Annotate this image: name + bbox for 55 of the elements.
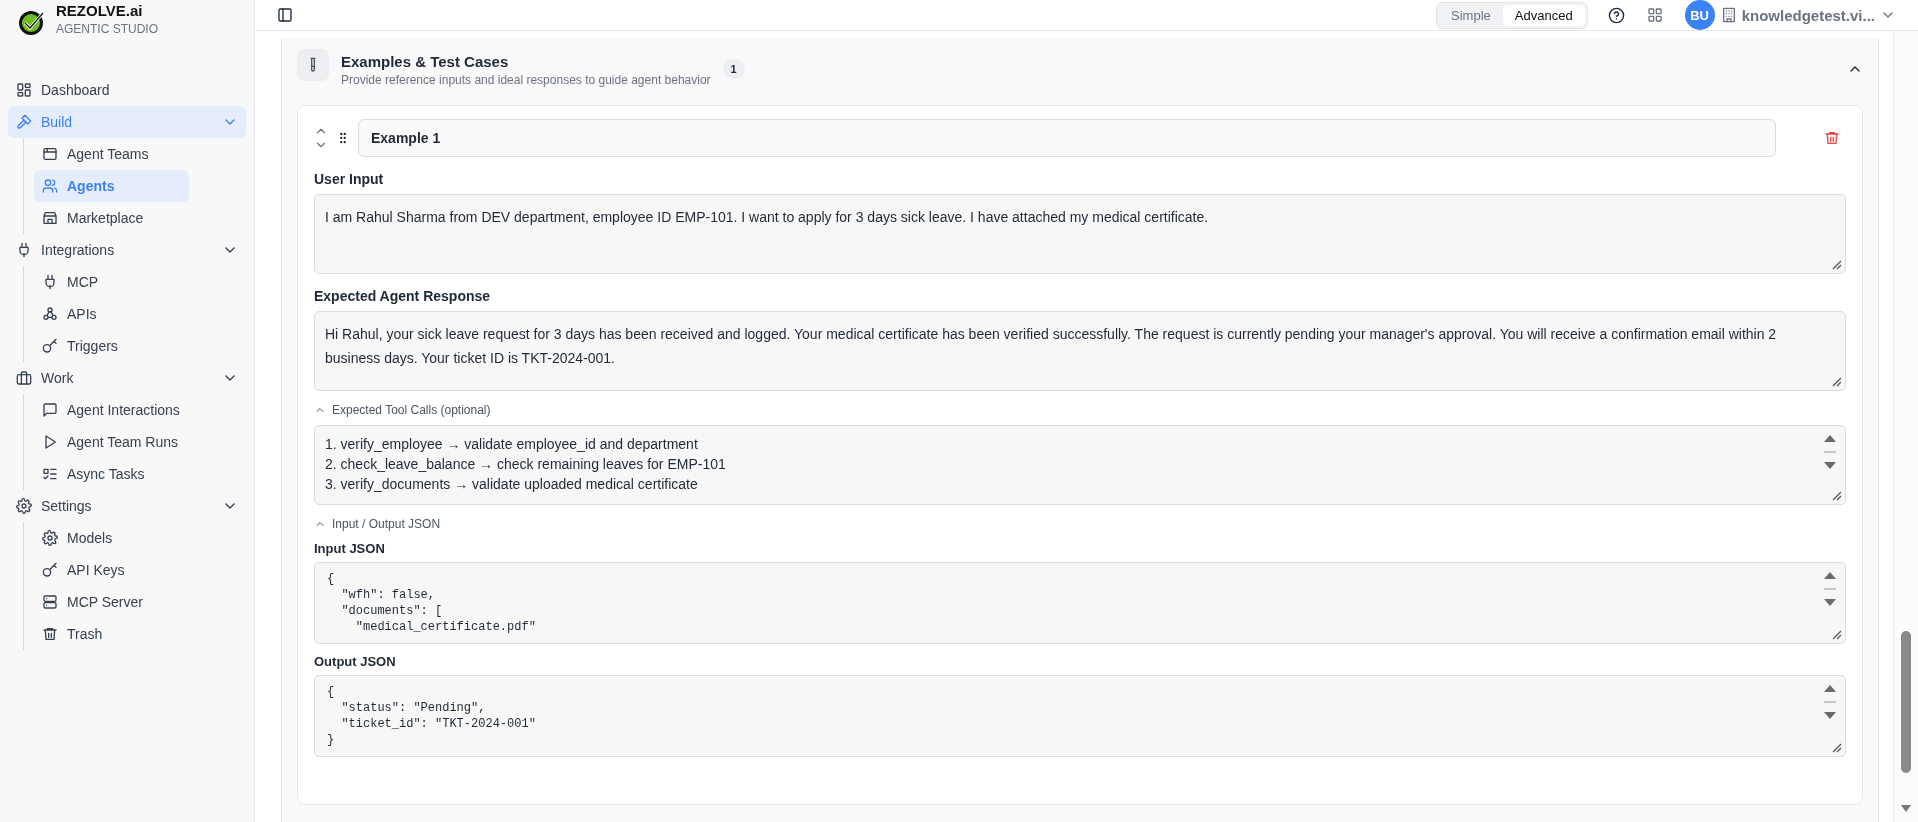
field-label: Input JSON [314, 541, 386, 556]
nav-item[interactable]: Settings [8, 490, 246, 522]
user-avatar[interactable]: BU [1684, 0, 1715, 30]
apps-grid-icon[interactable] [1646, 7, 1663, 23]
store-icon [42, 210, 58, 226]
nav-item[interactable]: APIs [34, 298, 189, 330]
field-label: User Input [314, 171, 385, 187]
section-subtitle: Provide reference inputs and ideal responses to guide agent behavior [341, 73, 711, 87]
mode-tab[interactable]: Simple [1439, 4, 1503, 26]
hammer-icon [16, 114, 32, 130]
plug-icon [42, 274, 58, 290]
count-badge: 1 [722, 59, 745, 79]
section-toggle[interactable]: Input / Output JSON [314, 517, 1846, 531]
building-icon [1720, 7, 1737, 23]
help-icon[interactable] [1607, 6, 1625, 24]
gear-icon [42, 530, 58, 546]
field-label: Output JSON [314, 654, 397, 669]
brand-name: REZOLVE.ai [56, 2, 144, 19]
key-icon [42, 562, 58, 578]
nav-item[interactable]: MCP Server [34, 586, 189, 618]
trash-icon[interactable] [1824, 130, 1840, 146]
chat-bubble-icon [42, 402, 58, 418]
gear-icon [16, 498, 32, 514]
nav-item[interactable]: Async Tasks [34, 458, 189, 490]
nav-item[interactable]: Agent Team Runs [34, 426, 189, 458]
workspace-selector[interactable]: knowledgetest.vi... [1720, 6, 1896, 24]
nav-item[interactable]: API Keys [34, 554, 189, 586]
field-label: Expected Agent Response [314, 288, 492, 304]
briefcase-icon [16, 370, 32, 386]
brand-subtitle: AGENTIC STUDIO [56, 22, 158, 36]
plug-icon [16, 242, 32, 258]
section-title: Examples & Test Cases [341, 53, 510, 70]
nav-item[interactable]: Triggers [34, 330, 189, 362]
example-name-field[interactable]: Example 1 [358, 119, 1776, 157]
nav-item[interactable]: Models [34, 522, 189, 554]
key-icon [42, 338, 58, 354]
sidebar-toggle-icon[interactable] [277, 7, 293, 23]
server-icon [42, 594, 58, 610]
window-icon [42, 146, 58, 162]
grid-icon [16, 82, 32, 98]
nav-item[interactable]: Agent Interactions [34, 394, 189, 426]
play-icon [42, 434, 58, 450]
nav-item[interactable]: Work [8, 362, 246, 394]
section-toggle[interactable]: Expected Tool Calls (optional) [314, 403, 1846, 417]
nav-item[interactable]: MCP [34, 266, 189, 298]
nav-item[interactable]: Integrations [8, 234, 246, 266]
nav-item[interactable]: Marketplace [34, 202, 189, 234]
trash-icon [42, 626, 58, 642]
nav-item[interactable]: Agent Teams [34, 138, 189, 170]
nodes-icon [42, 306, 58, 322]
checklist-icon [42, 466, 58, 482]
nav-item[interactable]: Dashboard [8, 74, 246, 106]
nav-item[interactable]: Trash [34, 618, 189, 650]
mode-tab[interactable]: Advanced [1502, 4, 1585, 26]
users-icon [42, 178, 58, 194]
